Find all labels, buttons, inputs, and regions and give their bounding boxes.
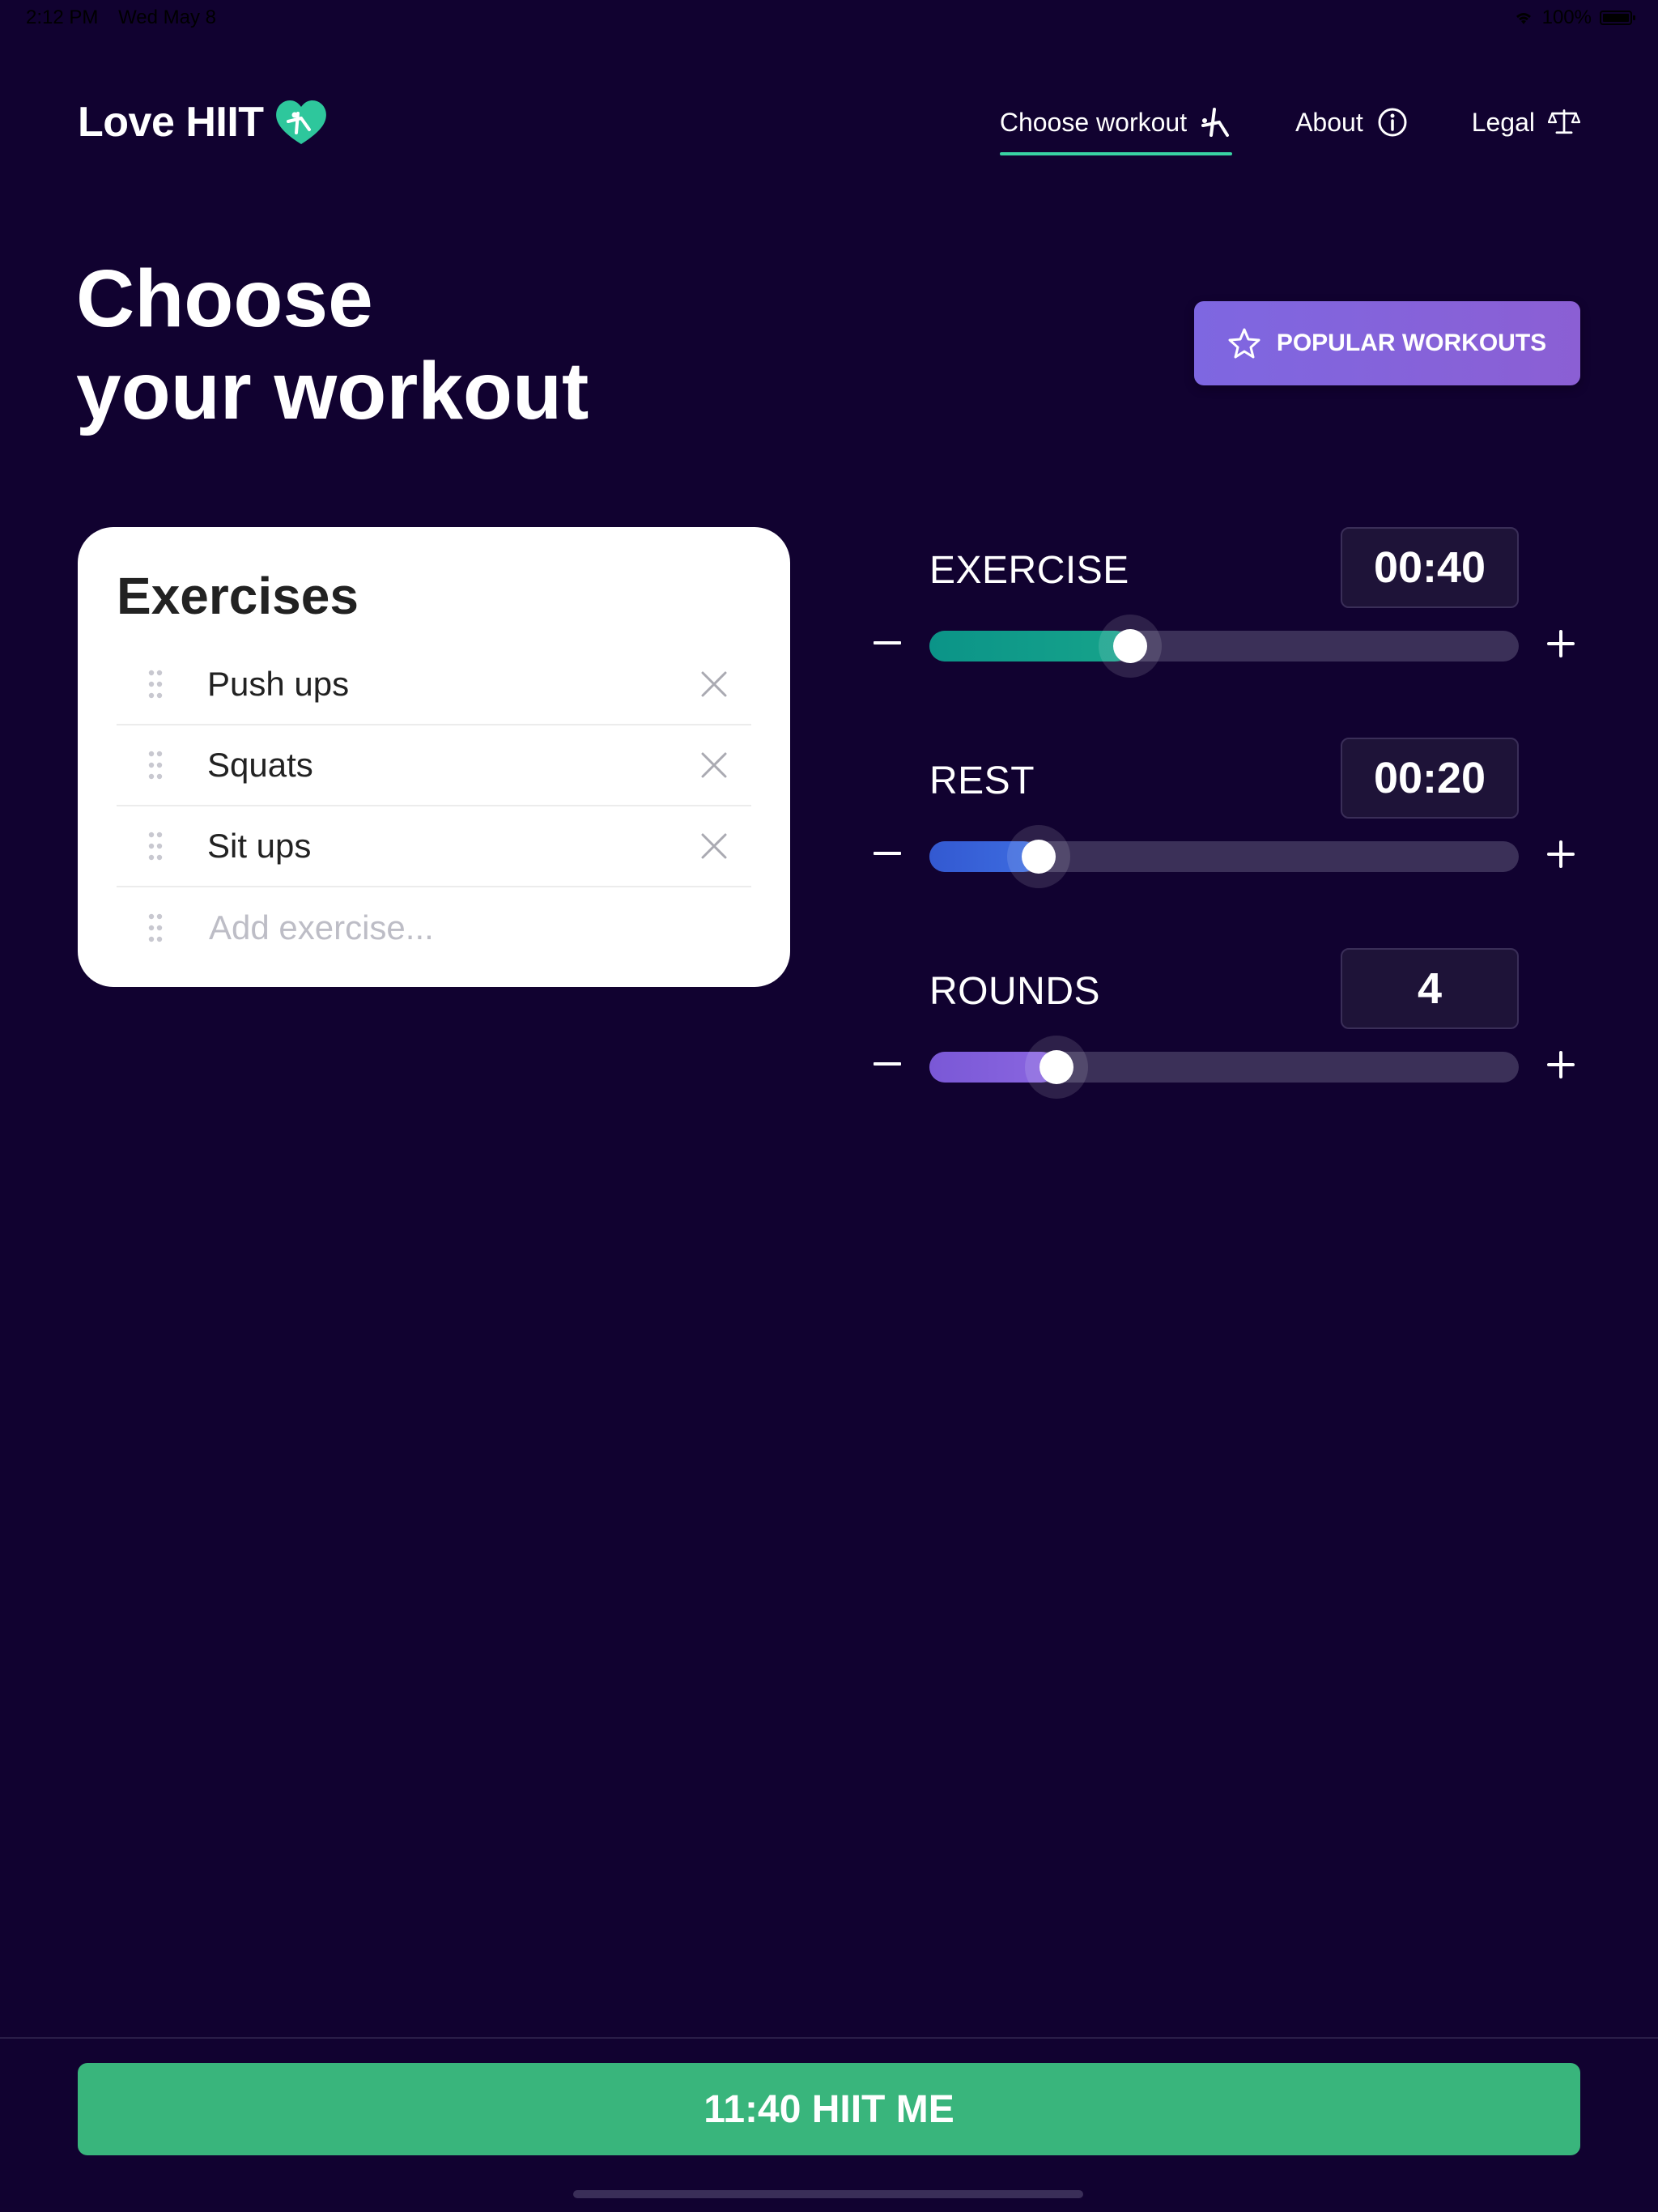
rounds-slider-track[interactable] — [929, 1050, 1519, 1084]
rest-slider-group: REST 00:20 — [866, 738, 1587, 891]
exercise-value[interactable]: 00:40 — [1341, 527, 1519, 608]
exercises-card: Exercises Push ups Squats Sit ups — [78, 527, 790, 987]
close-icon[interactable] — [698, 668, 730, 700]
exercise-row: Push ups — [117, 644, 751, 725]
nav-about-label: About — [1295, 107, 1363, 137]
rounds-slider-group: ROUNDS 4 — [866, 948, 1587, 1102]
start-workout-button[interactable]: 11:40 HIIT ME — [78, 2063, 1580, 2155]
add-exercise-row — [117, 887, 751, 968]
exercise-list: Push ups Squats Sit ups — [117, 644, 751, 968]
status-date: Wed May 8 — [118, 6, 216, 28]
battery-percent: 100% — [1541, 6, 1592, 28]
exercise-row: Squats — [117, 725, 751, 806]
status-right: 100% — [1513, 6, 1635, 29]
rounds-label: ROUNDS — [929, 970, 1101, 1013]
nav-choose-workout[interactable]: Choose workout — [999, 96, 1233, 155]
workout-figure-icon — [1200, 106, 1232, 138]
exercise-slider-fill — [929, 631, 1130, 661]
wifi-icon — [1516, 13, 1531, 24]
drag-handle-icon[interactable] — [139, 830, 172, 862]
nav-legal-label: Legal — [1471, 107, 1535, 137]
app-logo[interactable]: Love HIIT — [78, 97, 330, 147]
status-left: 2:12 PM Wed May 8 — [26, 6, 231, 29]
rest-slider-thumb[interactable] — [1021, 840, 1056, 874]
exercise-slider-track[interactable] — [929, 629, 1519, 663]
page-title: Choose your workout — [76, 253, 589, 437]
app-name: Love HIIT — [78, 99, 264, 146]
nav-about[interactable]: About — [1295, 96, 1409, 149]
popular-workouts-label: POPULAR WORKOUTS — [1276, 330, 1547, 356]
bottom-divider — [0, 2037, 1658, 2039]
battery-icon — [1600, 11, 1635, 25]
exercise-row: Sit ups — [117, 806, 751, 887]
info-icon — [1376, 106, 1409, 138]
close-icon[interactable] — [698, 830, 730, 862]
exercise-slider-thumb[interactable] — [1112, 629, 1147, 663]
scales-icon — [1548, 106, 1580, 138]
exercise-slider-group: EXERCISE 00:40 — [866, 527, 1587, 681]
rest-minus-icon[interactable] — [868, 835, 907, 874]
top-nav: Choose workout About Legal — [937, 96, 1580, 155]
exercise-name[interactable]: Squats — [207, 746, 698, 785]
rest-slider-track[interactable] — [929, 840, 1519, 874]
rounds-plus-icon[interactable] — [1541, 1045, 1580, 1084]
add-exercise-input[interactable] — [207, 908, 693, 948]
status-bar: 2:12 PM Wed May 8 100% — [0, 0, 1658, 39]
home-indicator — [573, 2190, 1083, 2198]
page-title-line1: Choose — [76, 253, 373, 344]
popular-workouts-button[interactable]: POPULAR WORKOUTS — [1194, 301, 1580, 385]
exercise-plus-icon[interactable] — [1541, 624, 1580, 663]
rest-plus-icon[interactable] — [1541, 835, 1580, 874]
exercise-minus-icon[interactable] — [868, 624, 907, 663]
status-time: 2:12 PM — [26, 6, 99, 28]
exercise-name[interactable]: Push ups — [207, 665, 698, 704]
heart-logo-icon — [275, 100, 326, 144]
rounds-value[interactable]: 4 — [1341, 948, 1519, 1029]
nav-legal[interactable]: Legal — [1472, 96, 1580, 149]
exercise-label: EXERCISE — [929, 549, 1129, 592]
rest-value[interactable]: 00:20 — [1341, 738, 1519, 819]
rounds-slider-fill — [929, 1052, 1056, 1083]
drag-handle-icon[interactable] — [139, 749, 172, 781]
close-icon[interactable] — [698, 749, 730, 781]
exercise-name[interactable]: Sit ups — [207, 827, 698, 866]
nav-choose-workout-label: Choose workout — [999, 107, 1188, 137]
exercises-title: Exercises — [117, 567, 359, 625]
rounds-minus-icon[interactable] — [868, 1045, 907, 1084]
page-title-line2: your workout — [76, 346, 589, 436]
rest-label: REST — [929, 759, 1035, 802]
rounds-slider-thumb[interactable] — [1039, 1050, 1073, 1084]
star-icon — [1228, 328, 1261, 359]
drag-handle-icon[interactable] — [139, 668, 172, 700]
drag-handle-icon — [139, 912, 172, 944]
